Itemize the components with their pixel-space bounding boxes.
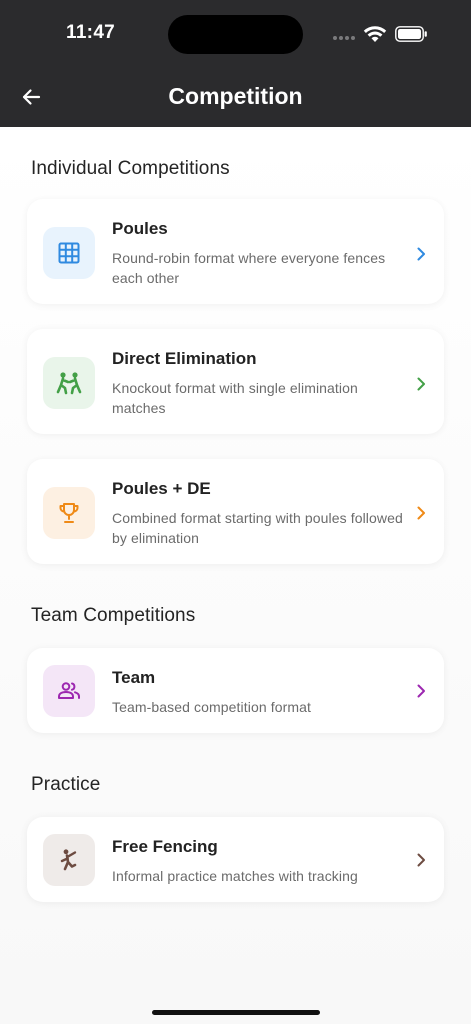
chevron-right-icon: [417, 247, 425, 261]
chevron-right-icon: [417, 377, 425, 391]
martial-arts-icon: [60, 849, 77, 871]
card-team[interactable]: Team Team-based competition format: [27, 648, 444, 733]
section-title-practice: Practice: [31, 774, 101, 795]
wifi-icon: [363, 26, 387, 42]
card-description: Knockout format with single elimination …: [112, 380, 358, 416]
status-time: 11:47: [66, 22, 116, 43]
page-title: Competition: [168, 83, 303, 109]
card-description: Team-based competition format: [112, 699, 311, 715]
card-title: Poules: [112, 219, 168, 238]
card-title: Direct Elimination: [112, 349, 257, 368]
card-description: Round-robin format where everyone fences…: [112, 250, 386, 286]
top-bar: 11:47 Competition: [0, 0, 471, 127]
chevron-right-icon: [417, 684, 425, 698]
card-title: Free Fencing: [112, 837, 218, 856]
card-poules-de[interactable]: Poules + DE Combined format starting wit…: [27, 459, 444, 564]
section-title-individual: Individual Competitions: [31, 158, 230, 179]
dynamic-island: [168, 15, 303, 54]
section-title-team: Team Competitions: [31, 605, 196, 626]
direct-elimination-icon-box: [43, 357, 95, 409]
chevron-right-icon: [417, 853, 425, 867]
group-icon: [58, 682, 80, 699]
cellular-signal-icon: [333, 36, 357, 42]
card-free-fencing[interactable]: Free Fencing Informal practice matches w…: [27, 817, 444, 902]
card-title: Team: [112, 668, 156, 687]
trophy-icon: [59, 503, 79, 523]
poules-de-icon-box: [43, 487, 95, 539]
chevron-right-icon: [417, 506, 425, 520]
poules-icon-box: [43, 227, 95, 279]
card-direct-elimination[interactable]: Direct Elimination Knockout format with …: [27, 329, 444, 434]
card-description: Combined format starting with poules fol…: [112, 510, 403, 546]
grid-icon: [58, 242, 80, 264]
battery-icon: [395, 26, 427, 42]
card-title: Poules + DE: [112, 479, 211, 498]
card-description: Informal practice matches with tracking: [112, 868, 358, 884]
team-icon-box: [43, 665, 95, 717]
fencers-icon: [56, 372, 82, 395]
home-indicator[interactable]: [152, 1010, 320, 1015]
card-poules[interactable]: Poules Round-robin format where everyone…: [27, 199, 444, 304]
free-fencing-icon-box: [43, 834, 95, 886]
